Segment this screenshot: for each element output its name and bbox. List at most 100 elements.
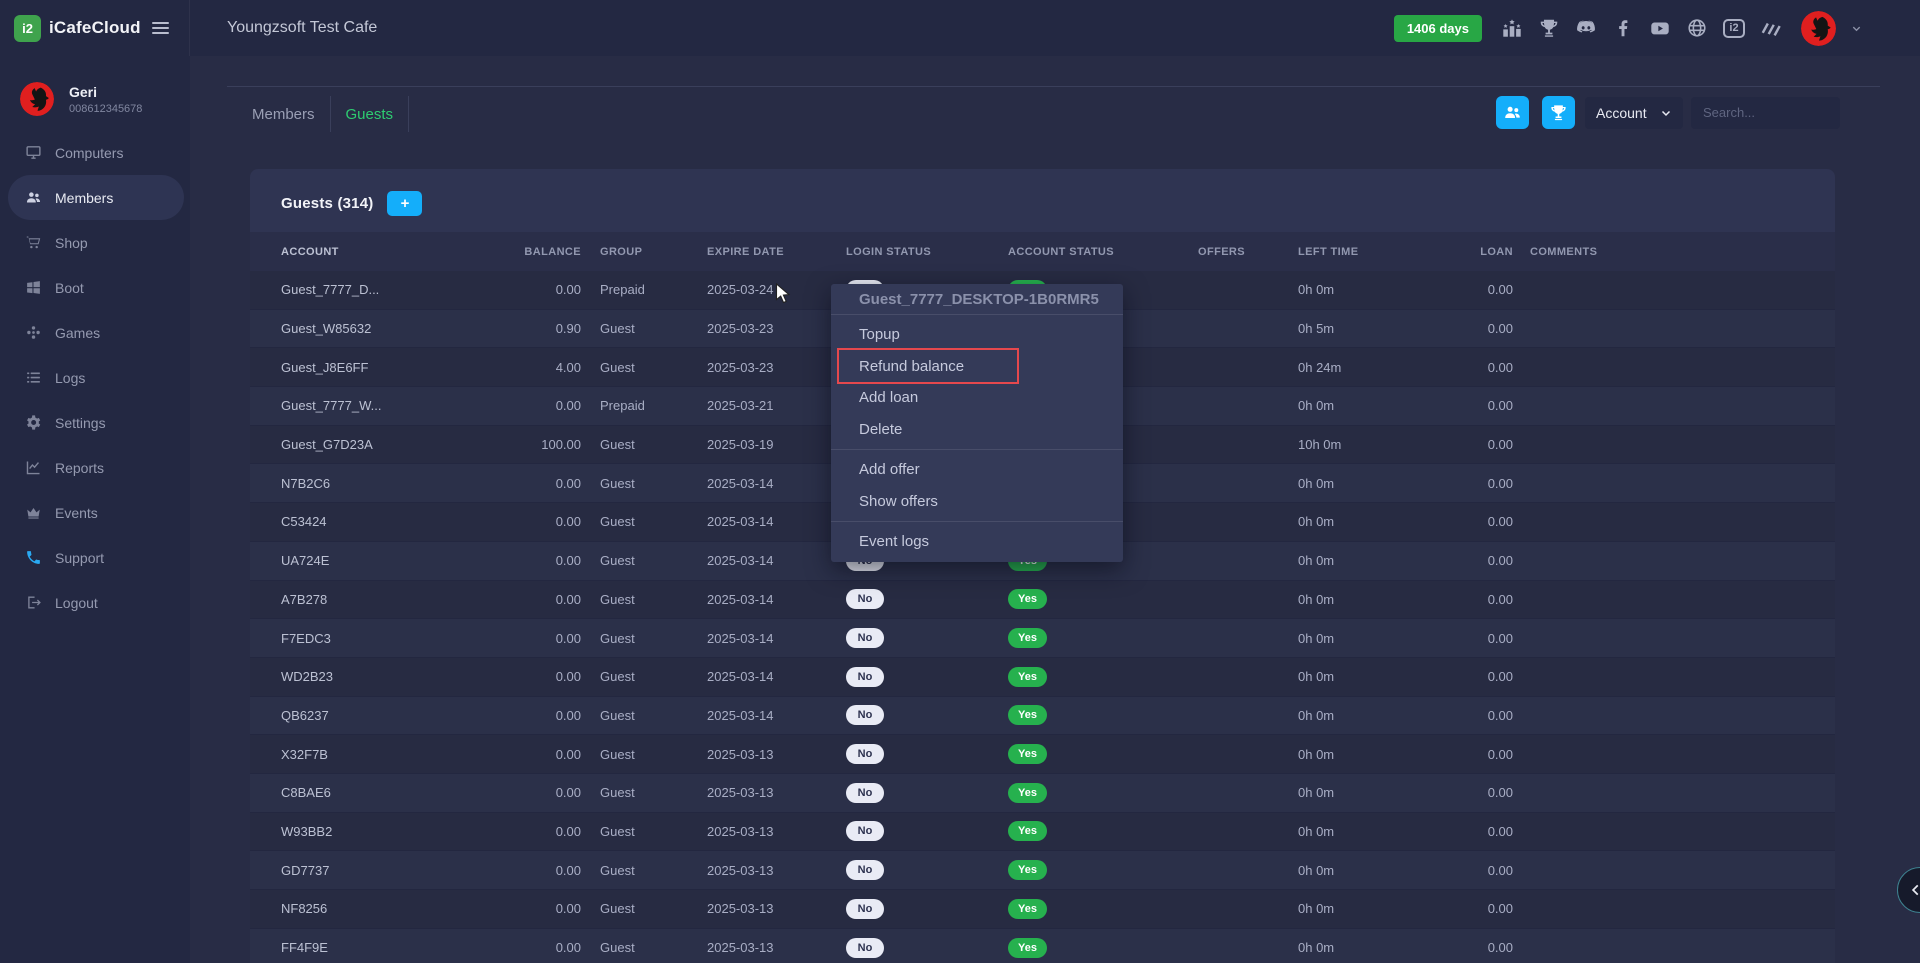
trophy-icon[interactable]	[1538, 17, 1560, 39]
sidebar-item-logs[interactable]: Logs	[8, 355, 184, 400]
cell-left-time: 0h 0m	[1298, 785, 1445, 800]
context-menu-item-add-offer[interactable]: Add offer	[831, 454, 1123, 486]
cell-expire-date: 2025-03-14	[707, 669, 846, 684]
column-header: ACCOUNT STATUS	[1008, 246, 1198, 258]
table-row[interactable]: GD77370.00Guest2025-03-13NoYes0h 0m0.00	[250, 851, 1835, 890]
table-row[interactable]: X32F7B0.00Guest2025-03-13NoYes0h 0m0.00	[250, 735, 1835, 774]
column-header: LEFT TIME	[1298, 246, 1445, 258]
cell-left-time: 10h 0m	[1298, 437, 1445, 452]
cell-loan: 0.00	[1445, 708, 1513, 723]
context-menu-item-topup[interactable]: Topup	[831, 319, 1123, 351]
user-avatar[interactable]	[1801, 11, 1836, 46]
cell-account: Guest_G7D23A	[281, 437, 501, 452]
monitor-icon	[25, 144, 42, 161]
column-header: ACCOUNT	[281, 246, 501, 258]
tab-members[interactable]: Members	[252, 106, 315, 123]
chevron-down-icon[interactable]	[1851, 23, 1862, 34]
subscription-days-badge[interactable]: 1406 days	[1394, 15, 1482, 42]
table-row[interactable]: W93BB20.00Guest2025-03-13NoYes0h 0m0.00	[250, 813, 1835, 852]
sidebar-item-boot[interactable]: Boot	[8, 265, 184, 310]
cell-account: GD7737	[281, 863, 501, 878]
table-row[interactable]: C8BAE60.00Guest2025-03-13NoYes0h 0m0.00	[250, 774, 1835, 813]
cell-balance: 0.90	[501, 321, 581, 336]
cell-group: Guest	[581, 863, 707, 878]
sidebar-item-events[interactable]: Events	[8, 490, 184, 535]
login-status-badge: No	[846, 938, 884, 958]
context-menu-item-event-logs[interactable]: Event logs	[831, 526, 1123, 558]
competition-filter-button[interactable]	[1542, 96, 1575, 129]
context-menu-item-show-offers[interactable]: Show offers	[831, 486, 1123, 518]
gamepad-icon	[25, 324, 42, 341]
cell-loan: 0.00	[1445, 321, 1513, 336]
column-header: LOAN	[1445, 246, 1513, 258]
cell-account: W93BB2	[281, 824, 501, 839]
table-row[interactable]: WD2B230.00Guest2025-03-14NoYes0h 0m0.00	[250, 658, 1835, 697]
sidebar: Geri 008612345678 ComputersMembersShopBo…	[0, 56, 190, 963]
tabs-divider	[227, 86, 1880, 87]
cell-login-status: No	[846, 860, 1008, 880]
cell-login-status: No	[846, 938, 1008, 958]
cell-group: Guest	[581, 708, 707, 723]
sidebar-item-shop[interactable]: Shop	[8, 220, 184, 265]
cell-loan: 0.00	[1445, 863, 1513, 878]
table-row[interactable]: NF82560.00Guest2025-03-13NoYes0h 0m0.00	[250, 890, 1835, 929]
table-row[interactable]: F7EDC30.00Guest2025-03-14NoYes0h 0m0.00	[250, 619, 1835, 658]
column-header: COMMENTS	[1513, 246, 1804, 258]
sidebar-item-computers[interactable]: Computers	[8, 130, 184, 175]
members-filter-button[interactable]	[1496, 96, 1529, 129]
login-status-badge: No	[846, 744, 884, 764]
cell-expire-date: 2025-03-14	[707, 476, 846, 491]
youtube-icon[interactable]	[1649, 17, 1671, 39]
search-input[interactable]	[1691, 97, 1840, 129]
cell-left-time: 0h 0m	[1298, 592, 1445, 607]
tab-guests[interactable]: Guests	[346, 106, 394, 123]
cell-expire-date: 2025-03-13	[707, 747, 846, 762]
context-menu-item-delete[interactable]: Delete	[831, 414, 1123, 446]
login-status-badge: No	[846, 899, 884, 919]
i2-badge-icon[interactable]: i2	[1723, 17, 1745, 39]
table-row[interactable]: A7B2780.00Guest2025-03-14NoYes0h 0m0.00	[250, 581, 1835, 620]
sidebar-item-logout[interactable]: Logout	[8, 580, 184, 625]
cell-balance: 0.00	[501, 476, 581, 491]
sidebar-item-label: Logout	[55, 595, 98, 611]
logo-area: i2 iCafeCloud	[0, 0, 190, 56]
table-row[interactable]: FF4F9E0.00Guest2025-03-13NoYes0h 0m0.00	[250, 929, 1835, 963]
add-guest-button[interactable]: +	[387, 191, 422, 216]
globe-icon[interactable]	[1686, 17, 1708, 39]
hamburger-menu-icon[interactable]	[152, 19, 169, 37]
highlight-annotation-box	[837, 348, 1019, 384]
icafecloud-logo-icon[interactable]: i2	[14, 15, 41, 42]
select-chevron-icon	[1660, 107, 1672, 119]
cell-expire-date: 2025-03-19	[707, 437, 846, 452]
cell-expire-date: 2025-03-13	[707, 863, 846, 878]
cell-loan: 0.00	[1445, 824, 1513, 839]
sidebar-item-members[interactable]: Members	[8, 175, 184, 220]
cell-account: Guest_W85632	[281, 321, 501, 336]
cell-left-time: 0h 5m	[1298, 321, 1445, 336]
cell-group: Guest	[581, 553, 707, 568]
sidebar-item-games[interactable]: Games	[8, 310, 184, 355]
sidebar-item-reports[interactable]: Reports	[8, 445, 184, 490]
table-row[interactable]: QB62370.00Guest2025-03-14NoYes0h 0m0.00	[250, 697, 1835, 736]
login-status-badge: No	[846, 667, 884, 687]
chevron-left-icon	[1909, 883, 1920, 897]
sidebar-item-support[interactable]: Support	[8, 535, 184, 580]
cell-login-status: No	[846, 899, 1008, 919]
cell-loan: 0.00	[1445, 747, 1513, 762]
cell-balance: 0.00	[501, 824, 581, 839]
sidebar-item-settings[interactable]: Settings	[8, 400, 184, 445]
ranking-icon[interactable]	[1501, 17, 1523, 39]
context-menu-group: TopupRefund balanceAdd loanDelete	[831, 315, 1123, 450]
cell-account: X32F7B	[281, 747, 501, 762]
cell-expire-date: 2025-03-14	[707, 514, 846, 529]
cell-login-status: No	[846, 589, 1008, 609]
context-menu-item-add-loan[interactable]: Add loan	[831, 382, 1123, 414]
context-menu-item-refund-balance[interactable]: Refund balance	[831, 351, 1123, 383]
discord-icon[interactable]	[1575, 17, 1597, 39]
cell-balance: 0.00	[501, 901, 581, 916]
layers-icon[interactable]	[1760, 17, 1782, 39]
cell-loan: 0.00	[1445, 592, 1513, 607]
facebook-icon[interactable]	[1612, 17, 1634, 39]
account-filter-select[interactable]: Account	[1585, 97, 1683, 129]
sidebar-user-block[interactable]: Geri 008612345678	[0, 56, 190, 116]
